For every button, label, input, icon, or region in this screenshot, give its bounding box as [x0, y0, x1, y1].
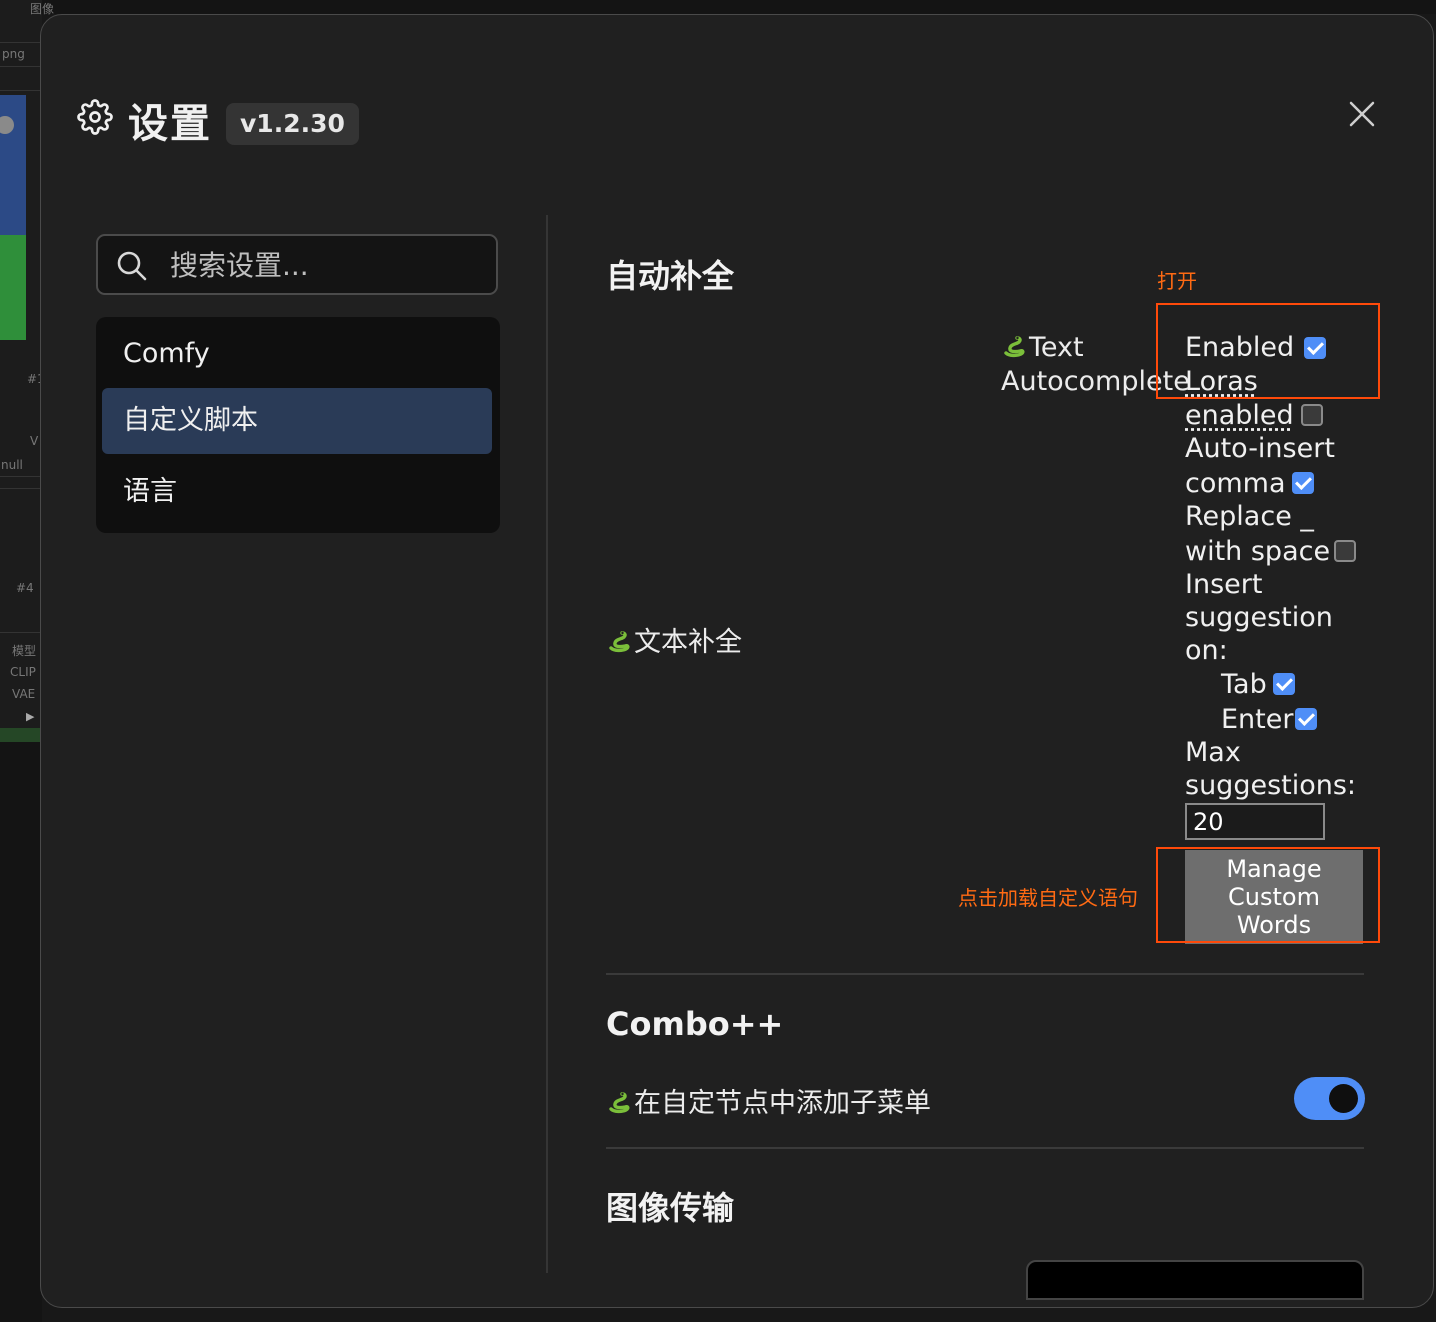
- annotation-box-manage: [1156, 847, 1380, 943]
- max-suggestions-line1: Max: [1185, 737, 1241, 768]
- tab-checkbox[interactable]: [1273, 673, 1295, 695]
- canvas-label: V: [30, 434, 39, 448]
- nav-item-language[interactable]: 语言: [102, 459, 492, 525]
- loras-label-line2: enabled: [1185, 400, 1294, 431]
- snake-icon: [609, 1092, 630, 1114]
- settings-dialog: 设置 v1.2.30 Comfy 自定义脚本 语言 自动补全 Text Auto…: [40, 14, 1434, 1308]
- close-icon[interactable]: [1347, 99, 1377, 129]
- auto-insert-label-line1: Auto-insert: [1185, 433, 1335, 464]
- enter-checkbox[interactable]: [1295, 708, 1317, 730]
- section-title-autocomplete: 自动补全: [606, 257, 735, 295]
- auto-insert-label-line2: comma: [1185, 468, 1286, 499]
- replace-label-line2: with space: [1185, 536, 1331, 567]
- canvas-preview-grass: [0, 235, 26, 340]
- annotation-box-enabled: [1156, 303, 1380, 399]
- canvas-divider: [0, 66, 42, 67]
- canvas-label: #4: [16, 581, 34, 595]
- text-completion-text: 文本补全: [634, 627, 742, 658]
- canvas-divider: [0, 476, 42, 477]
- tab-label: Tab: [1221, 669, 1267, 700]
- insert-on-line2: suggestion: [1185, 602, 1333, 633]
- settings-nav: Comfy 自定义脚本 语言: [96, 317, 500, 533]
- max-suggestions-line2: suggestions:: [1185, 770, 1357, 801]
- enter-label: Enter: [1221, 704, 1294, 735]
- section-title-image-transfer: 图像传输: [606, 1189, 735, 1227]
- gear-icon: [77, 99, 113, 135]
- section-title-combo: Combo++: [606, 1005, 784, 1043]
- section-divider: [606, 1147, 1364, 1149]
- max-suggestions-input[interactable]: [1185, 803, 1325, 840]
- canvas-label: png: [2, 47, 25, 61]
- replace-label-line1: Replace _: [1185, 501, 1314, 532]
- snake-icon: [1004, 336, 1025, 358]
- loras-enabled-checkbox[interactable]: [1301, 404, 1323, 426]
- canvas-label: CLIP: [10, 665, 36, 679]
- play-icon[interactable]: ▶: [26, 710, 34, 723]
- nav-item-custom-scripts[interactable]: 自定义脚本: [102, 388, 492, 454]
- toggle-knob: [1329, 1084, 1358, 1113]
- version-badge: v1.2.30: [226, 103, 359, 145]
- canvas-label: 模型: [12, 644, 37, 658]
- canvas-divider: [0, 42, 42, 43]
- dialog-title: 设置: [128, 101, 212, 147]
- snake-icon: [609, 631, 630, 653]
- canvas-divider: [0, 90, 42, 91]
- canvas-top-strip: [42, 0, 1436, 14]
- insert-on-line3: on:: [1185, 635, 1228, 666]
- combo-submenu-toggle[interactable]: [1294, 1077, 1365, 1120]
- combo-submenu-label: 在自定节点中添加子菜单: [606, 1081, 931, 1120]
- replace-underscore-checkbox[interactable]: [1334, 540, 1356, 562]
- combo-submenu-text: 在自定节点中添加子菜单: [634, 1088, 931, 1119]
- image-transfer-control[interactable]: [1026, 1260, 1364, 1300]
- canvas-lower: [0, 742, 42, 1322]
- canvas-divider: [0, 632, 42, 633]
- sidebar-divider: [546, 215, 548, 1273]
- text-completion-label: 文本补全: [606, 620, 742, 659]
- auto-insert-comma-checkbox[interactable]: [1292, 472, 1314, 494]
- search-icon: [117, 251, 147, 281]
- canvas-divider: [0, 488, 42, 489]
- canvas-label: VAE: [12, 687, 36, 701]
- canvas-label: null: [1, 458, 23, 472]
- nav-item-comfy[interactable]: Comfy: [102, 321, 492, 387]
- insert-on-line1: Insert: [1185, 569, 1263, 600]
- search-input[interactable]: [168, 236, 492, 295]
- canvas-label: 图像: [30, 2, 55, 16]
- section-divider: [606, 973, 1364, 975]
- text-autocomplete-line1: Text: [1029, 332, 1084, 363]
- search-box[interactable]: [96, 234, 498, 295]
- annotation-load-custom: 点击加载自定义语句: [958, 886, 1138, 910]
- annotation-open: 打开: [1157, 269, 1197, 293]
- canvas-node-bar: [0, 728, 42, 742]
